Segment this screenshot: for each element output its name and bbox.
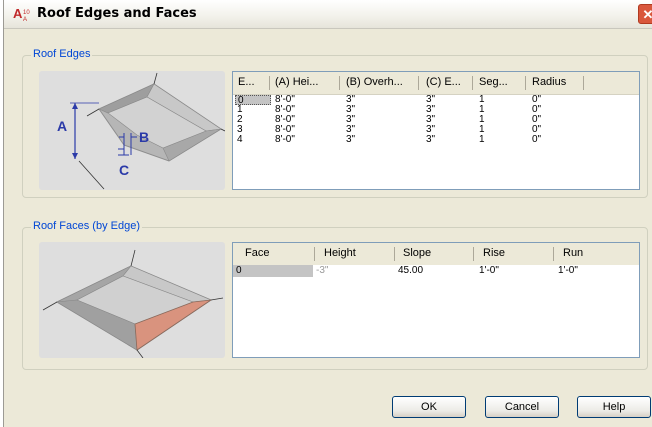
rise-cell[interactable]: 1'-0" (479, 266, 499, 276)
face-cell-highlight (233, 265, 313, 277)
svg-text:10: 10 (23, 10, 30, 16)
column-header-rise[interactable]: Rise (483, 243, 543, 265)
diagram-label-b: B (139, 129, 149, 145)
slope-cell[interactable]: 45.00 (398, 266, 423, 276)
ok-button[interactable]: OK (392, 396, 466, 418)
roof-faces-diagram (42, 249, 224, 359)
radius-cell[interactable]: 0" (532, 135, 541, 145)
cancel-button[interactable]: Cancel (485, 396, 559, 418)
column-header-overhang[interactable]: (B) Overh... (346, 72, 414, 94)
dialog-window: A 10 A Roof Edges and Faces ✕ Roof Edges (3, 0, 652, 427)
roof-faces-preview (39, 242, 225, 359)
svg-text:A: A (23, 17, 27, 22)
roof-edges-label: Roof Edges (31, 48, 93, 60)
column-header-height[interactable]: (A) Hei... (275, 72, 335, 94)
roof-faces-label: Roof Faces (by Edge) (31, 220, 142, 232)
diagram-label-a: A (57, 118, 67, 134)
roof-edges-preview: A B C (39, 71, 226, 190)
window-title: Roof Edges and Faces (37, 6, 197, 21)
table-row[interactable]: 0 -3" 45.00 1'-0" 1'-0" (233, 265, 639, 277)
column-header-slope[interactable]: Slope (403, 243, 463, 265)
title-bar[interactable]: A 10 A Roof Edges and Faces ✕ (4, 0, 652, 29)
overhang-cell[interactable]: 3" (346, 135, 355, 145)
diagram-label-c: C (119, 162, 129, 178)
svg-text:A: A (13, 6, 23, 21)
column-header-face-height[interactable]: Height (324, 243, 384, 265)
roof-edges-table[interactable]: E... (A) Hei... (B) Overh... (C) E... Se… (232, 71, 640, 190)
edge-cut-cell[interactable]: 3" (426, 135, 435, 145)
column-header-face[interactable]: Face (245, 243, 285, 265)
face-height-cell: -3" (316, 265, 329, 276)
help-button[interactable]: Help (577, 396, 651, 418)
close-button[interactable]: ✕ (638, 4, 652, 24)
edge-cell[interactable]: 4 (237, 135, 243, 145)
height-cell[interactable]: 8'-0" (275, 135, 295, 145)
column-header-radius[interactable]: Radius (532, 72, 578, 94)
roof-edges-table-header: E... (A) Hei... (B) Overh... (C) E... Se… (233, 72, 639, 95)
face-cell[interactable]: 0 (236, 266, 242, 276)
segments-cell[interactable]: 1 (479, 135, 485, 145)
column-header-edge[interactable]: E... (238, 72, 266, 94)
column-header-segments[interactable]: Seg... (479, 72, 519, 94)
run-cell[interactable]: 1'-0" (558, 266, 578, 276)
autocad-architecture-icon: A 10 A (13, 6, 30, 22)
table-row[interactable]: 4 8'-0" 3" 3" 1 0" (233, 135, 639, 145)
roof-edges-diagram: A B C (57, 72, 226, 190)
close-icon: ✕ (642, 7, 652, 22)
roof-faces-table[interactable]: Face Height Slope Rise Run 0 -3" 45.00 1… (232, 242, 640, 358)
column-header-edge-cut[interactable]: (C) E... (426, 72, 468, 94)
column-header-run[interactable]: Run (563, 243, 623, 265)
roof-faces-table-header: Face Height Slope Rise Run (233, 243, 639, 266)
